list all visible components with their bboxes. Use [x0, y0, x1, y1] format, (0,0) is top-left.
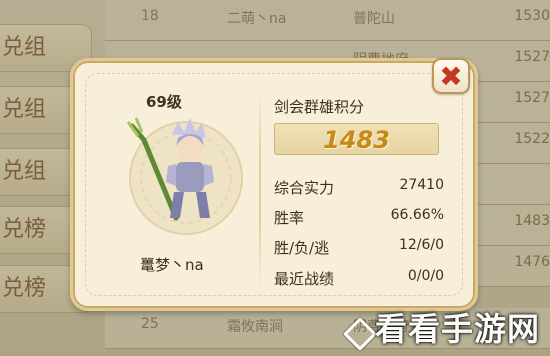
score-box: 1483	[274, 123, 439, 155]
stat-label-winrate: 胜率	[274, 209, 305, 227]
character-portrait	[126, 117, 243, 235]
stat-value-record: 12/6/0	[398, 237, 444, 253]
stat-label-record: 胜/负/逃	[274, 239, 330, 257]
divider	[259, 90, 261, 290]
watermark: 看看手游网	[374, 310, 540, 348]
stat-label-recent: 最近战绩	[274, 270, 335, 288]
stat-label-power: 综合实力	[274, 179, 335, 197]
close-button[interactable]: ✖	[432, 58, 470, 94]
stat-value-winrate: 66.66%	[390, 207, 444, 223]
character-name: 鼍梦丶na	[140, 256, 204, 274]
close-icon: ✖	[439, 59, 463, 93]
score-value: 1483	[323, 126, 390, 154]
section-title: 剑会群雄积分	[274, 98, 365, 116]
stat-value-power: 27410	[399, 177, 444, 193]
stat-value-recent: 0/0/0	[407, 268, 444, 284]
